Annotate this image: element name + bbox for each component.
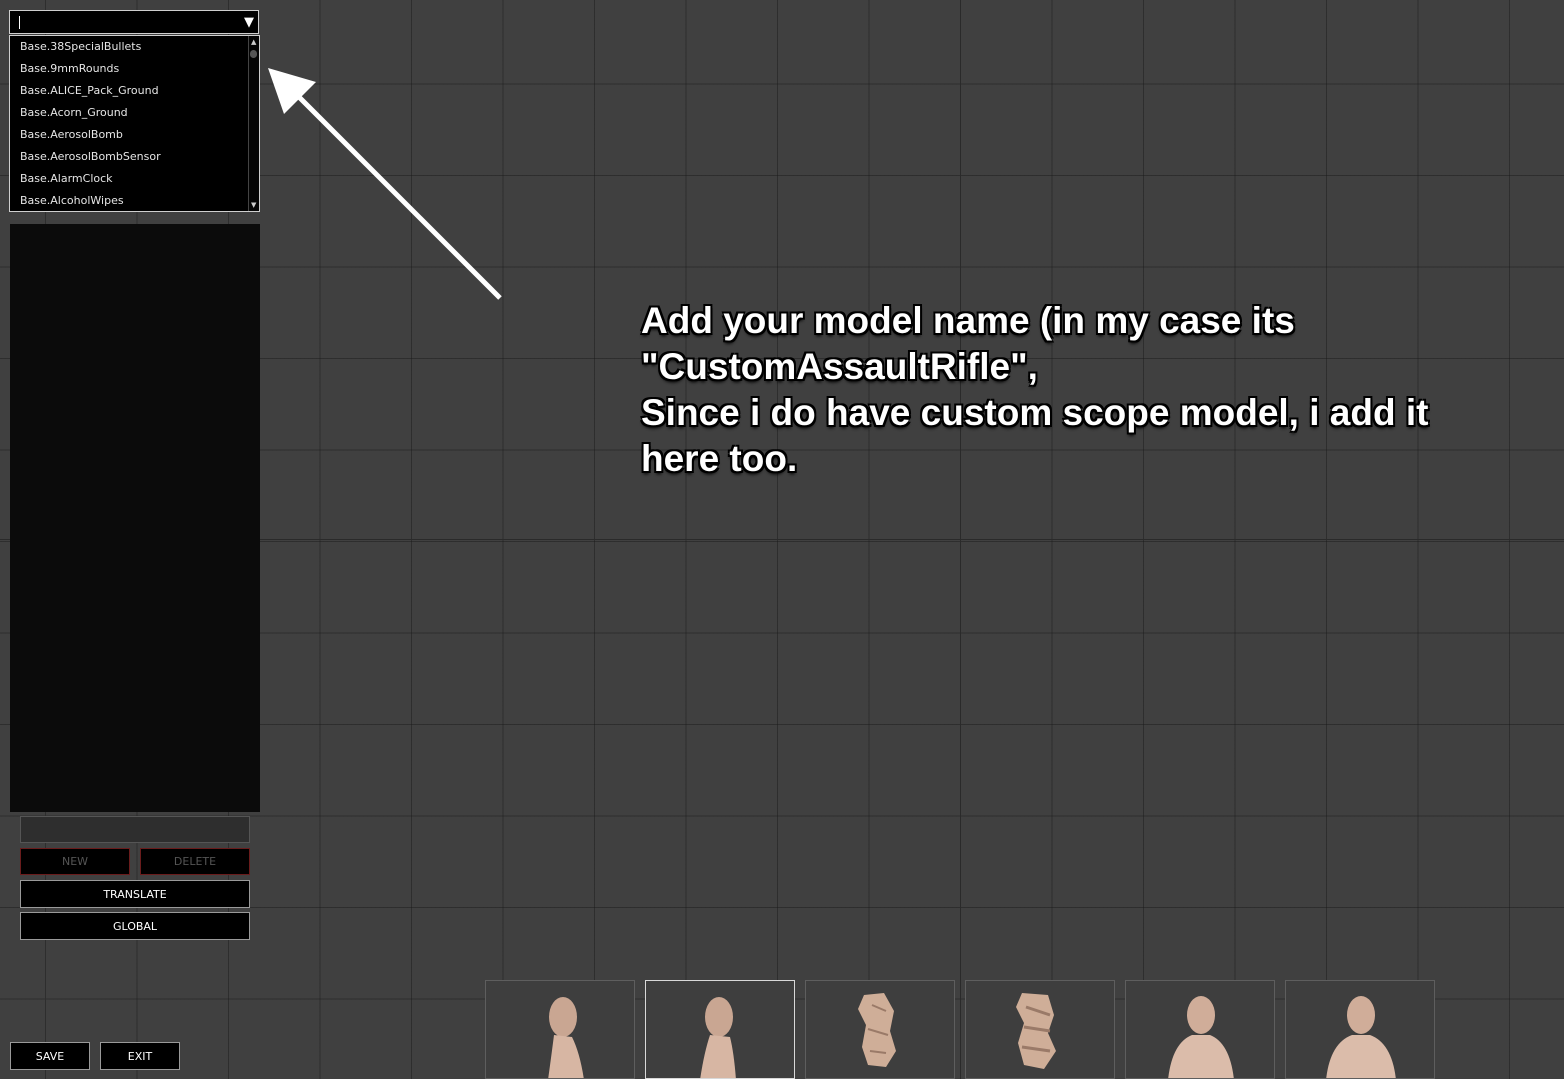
name-input[interactable]	[20, 816, 250, 843]
body-back-icon	[1326, 996, 1396, 1078]
dropdown-option[interactable]: Base.38SpecialBullets	[10, 36, 259, 58]
new-button[interactable]: NEW	[20, 848, 130, 875]
global-button[interactable]: GLOBAL	[20, 912, 250, 940]
dropdown-option[interactable]: Base.AerosolBombSensor	[10, 146, 259, 168]
save-button[interactable]: SAVE	[10, 1042, 90, 1070]
item-search-combobox[interactable]: ▼	[9, 10, 259, 34]
attachment-list-panel[interactable]	[10, 224, 260, 812]
body-front-icon	[1168, 996, 1234, 1078]
thumbnail-body-side-left[interactable]	[485, 980, 635, 1079]
item-dropdown-list: Base.38SpecialBullets Base.9mmRounds Bas…	[9, 35, 260, 212]
dropdown-option[interactable]: Base.AerosolBomb	[10, 124, 259, 146]
dropdown-option[interactable]: Base.AlcoholWipes	[10, 190, 259, 211]
hand-icon	[1016, 993, 1056, 1069]
body-side-icon	[548, 997, 584, 1078]
thumbnail-body-front[interactable]	[1125, 980, 1275, 1079]
thumbnail-hand-bottom[interactable]	[965, 980, 1115, 1079]
delete-button[interactable]: DELETE	[140, 848, 250, 875]
translate-button[interactable]: TRANSLATE	[20, 880, 250, 908]
thumbnail-body-back[interactable]	[1285, 980, 1435, 1079]
scroll-down-icon[interactable]: ▼	[251, 201, 256, 209]
body-side-icon	[700, 997, 736, 1078]
dropdown-scrollbar[interactable]: ▲ ▼	[248, 36, 259, 211]
thumbnail-hand-top[interactable]	[805, 980, 955, 1079]
text-caret	[19, 16, 20, 29]
scroll-thumb[interactable]	[250, 50, 257, 58]
dropdown-option[interactable]: Base.ALICE_Pack_Ground	[10, 80, 259, 102]
exit-button[interactable]: EXIT	[100, 1042, 180, 1070]
dropdown-arrow-icon[interactable]: ▼	[244, 16, 254, 30]
annotation-text: Add your model name (in my case its "Cus…	[641, 300, 1429, 479]
hand-icon	[858, 993, 896, 1067]
thumbnail-body-side-right[interactable]	[645, 980, 795, 1079]
scroll-up-icon[interactable]: ▲	[251, 38, 256, 46]
annotation-arrow-icon	[268, 68, 502, 300]
dropdown-option[interactable]: Base.Acorn_Ground	[10, 102, 259, 124]
dropdown-option[interactable]: Base.9mmRounds	[10, 58, 259, 80]
dropdown-option[interactable]: Base.AlarmClock	[10, 168, 259, 190]
